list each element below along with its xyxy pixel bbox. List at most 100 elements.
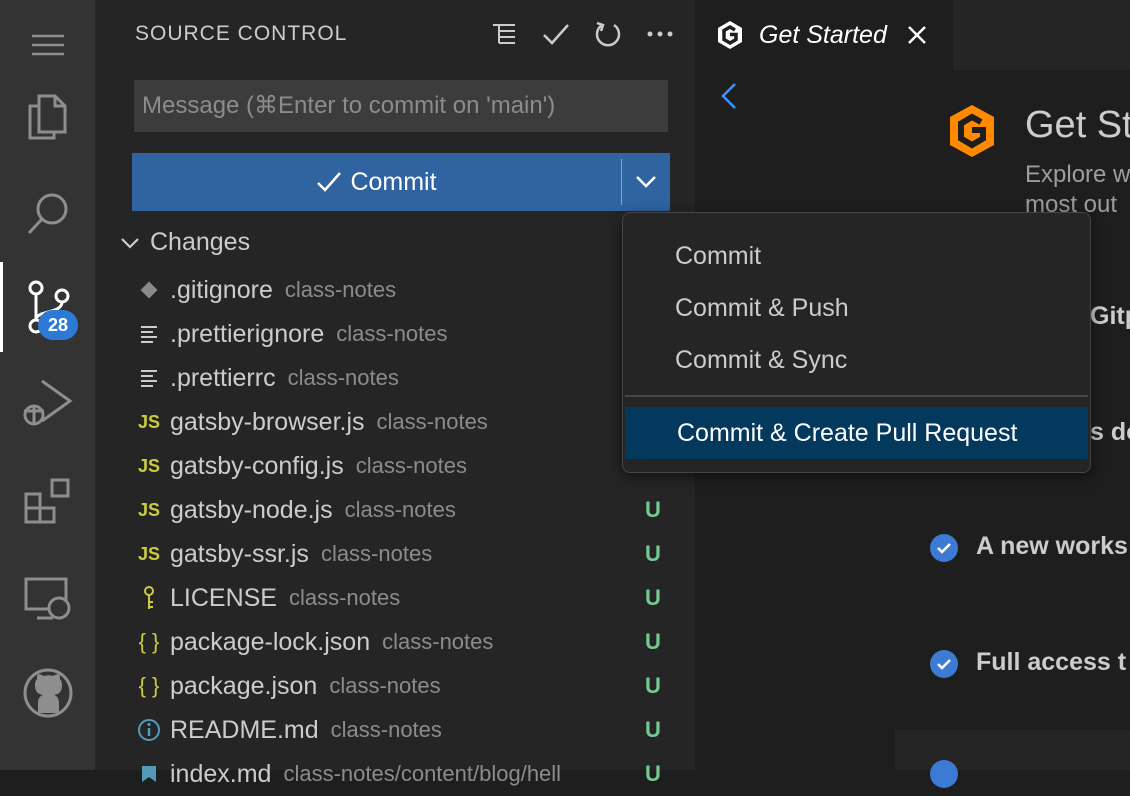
- welcome-title: Get St: [1025, 104, 1130, 146]
- untracked-status: U: [645, 585, 661, 610]
- menu-item-commit-create-pr[interactable]: Commit & Create Pull Request: [625, 407, 1088, 459]
- check-icon: [317, 172, 342, 192]
- file-name: gatsby-node.js: [170, 495, 333, 524]
- file-path: class-notes: [330, 717, 442, 742]
- chevron-down-icon: [636, 176, 656, 188]
- file-path: class-notes: [284, 277, 397, 302]
- untracked-status: U: [645, 497, 661, 522]
- commit-check-icon[interactable]: [541, 18, 571, 50]
- list-item[interactable]: .prettierrc class-notes: [95, 356, 695, 400]
- file-path: class-notes: [344, 497, 456, 522]
- activity-bar: 28: [0, 0, 95, 770]
- tab-bar: Get Started: [695, 0, 1130, 70]
- extensions-icon[interactable]: [0, 456, 95, 546]
- walkthrough-step[interactable]: A new works: [976, 532, 1128, 561]
- commit-options-menu: Commit Commit & Push Commit & Sync Commi…: [622, 212, 1091, 473]
- tab-get-started[interactable]: Get Started: [695, 0, 953, 70]
- commit-dropdown-button[interactable]: [622, 153, 670, 211]
- menu-item-commit[interactable]: Commit: [623, 230, 1090, 282]
- remote-explorer-icon[interactable]: [0, 554, 95, 644]
- js-file-icon: JS: [137, 499, 161, 520]
- close-icon[interactable]: [907, 25, 927, 45]
- walkthrough-heading: s do: [1090, 418, 1130, 446]
- key-icon: [132, 585, 166, 611]
- file-name: gatsby-ssr.js: [170, 539, 309, 568]
- markdown-icon: [132, 764, 166, 784]
- file-name: README.md: [170, 715, 319, 744]
- file-name: gatsby-config.js: [170, 451, 344, 480]
- js-file-icon: JS: [137, 455, 161, 476]
- file-path: class-notes: [382, 629, 494, 654]
- explorer-icon[interactable]: [0, 72, 95, 162]
- run-debug-icon[interactable]: [0, 358, 95, 448]
- list-item[interactable]: .gitignore class-notes: [95, 268, 695, 312]
- list-item[interactable]: JS gatsby-browser.js class-notes: [95, 400, 695, 444]
- list-item[interactable]: { } package-lock.json class-notes U: [95, 620, 695, 664]
- panel-title: SOURCE CONTROL: [135, 22, 348, 45]
- commit-button[interactable]: Commit: [132, 153, 621, 211]
- panel-actions: [489, 18, 675, 50]
- file-path: class-notes: [336, 321, 448, 346]
- json-file-icon: { }: [138, 629, 160, 654]
- changes-label: Changes: [150, 228, 251, 256]
- file-path: class-notes: [329, 673, 441, 698]
- file-name: .gitignore: [170, 275, 273, 304]
- file-path: class-notes: [376, 409, 488, 434]
- js-file-icon: JS: [137, 543, 161, 564]
- file-path: class-notes/content/blog/hell: [283, 761, 562, 786]
- walkthrough-card: [895, 730, 1130, 788]
- list-item[interactable]: .prettierignore class-notes: [95, 312, 695, 356]
- commit-message-input[interactable]: [134, 80, 668, 132]
- list-item[interactable]: JS gatsby-node.js class-notes U: [95, 488, 695, 532]
- file-path: class-notes: [287, 365, 399, 390]
- json-file-icon: { }: [138, 673, 160, 698]
- walkthrough-heading: Gitp: [1090, 302, 1130, 330]
- list-item[interactable]: JS gatsby-config.js class-notes: [95, 444, 695, 488]
- search-icon[interactable]: [0, 168, 95, 258]
- commit-button-group: Commit: [132, 153, 670, 211]
- walkthrough-step[interactable]: Full access t: [976, 648, 1126, 677]
- menu-separator: [625, 395, 1088, 397]
- menu-item-commit-push[interactable]: Commit & Push: [623, 282, 1090, 334]
- git-icon: [132, 280, 166, 300]
- list-item[interactable]: README.md class-notes U: [95, 708, 695, 752]
- list-item[interactable]: JS gatsby-ssr.js class-notes U: [95, 532, 695, 576]
- file-name: package-lock.json: [170, 627, 371, 656]
- gitpod-icon: [718, 21, 742, 49]
- check-circle-icon: [930, 760, 958, 788]
- file-name: LICENSE: [170, 583, 277, 612]
- list-item[interactable]: index.md class-notes/content/blog/hell U: [95, 752, 695, 796]
- file-path: class-notes: [320, 541, 433, 566]
- menu-item-commit-sync[interactable]: Commit & Sync: [623, 334, 1090, 386]
- file-name: gatsby-browser.js: [170, 407, 365, 436]
- info-icon: [132, 718, 166, 742]
- untracked-status: U: [645, 673, 661, 698]
- check-circle-icon: [930, 534, 958, 562]
- gitpod-logo: [950, 105, 994, 157]
- list-item[interactable]: LICENSE class-notes U: [95, 576, 695, 620]
- file-name: index.md: [170, 759, 272, 788]
- js-file-icon: JS: [137, 411, 161, 432]
- file-name: .prettierrc: [170, 363, 276, 392]
- changes-list: .gitignore class-notes .prettierignore c…: [95, 268, 695, 796]
- changes-section-header[interactable]: Changes: [120, 228, 250, 257]
- check-circle-icon: [930, 650, 958, 678]
- source-control-badge: 28: [38, 310, 78, 340]
- untracked-status: U: [645, 717, 661, 742]
- commit-button-label: Commit: [350, 167, 437, 196]
- source-control-panel: SOURCE CONTROL Commit Changes .g: [95, 0, 695, 788]
- github-icon[interactable]: [0, 648, 95, 738]
- lines-file-icon: [132, 369, 166, 387]
- untracked-status: U: [645, 629, 661, 654]
- file-path: class-notes: [288, 585, 401, 610]
- tab-label: Get Started: [759, 20, 887, 49]
- refresh-icon[interactable]: [593, 18, 623, 50]
- file-name: package.json: [170, 671, 318, 700]
- untracked-status: U: [645, 541, 661, 566]
- back-icon[interactable]: [721, 82, 737, 110]
- list-item[interactable]: { } package.json class-notes U: [95, 664, 695, 708]
- file-path: class-notes: [355, 453, 467, 478]
- view-as-tree-icon[interactable]: [489, 18, 519, 50]
- more-actions-icon[interactable]: [645, 18, 675, 50]
- lines-file-icon: [132, 325, 166, 343]
